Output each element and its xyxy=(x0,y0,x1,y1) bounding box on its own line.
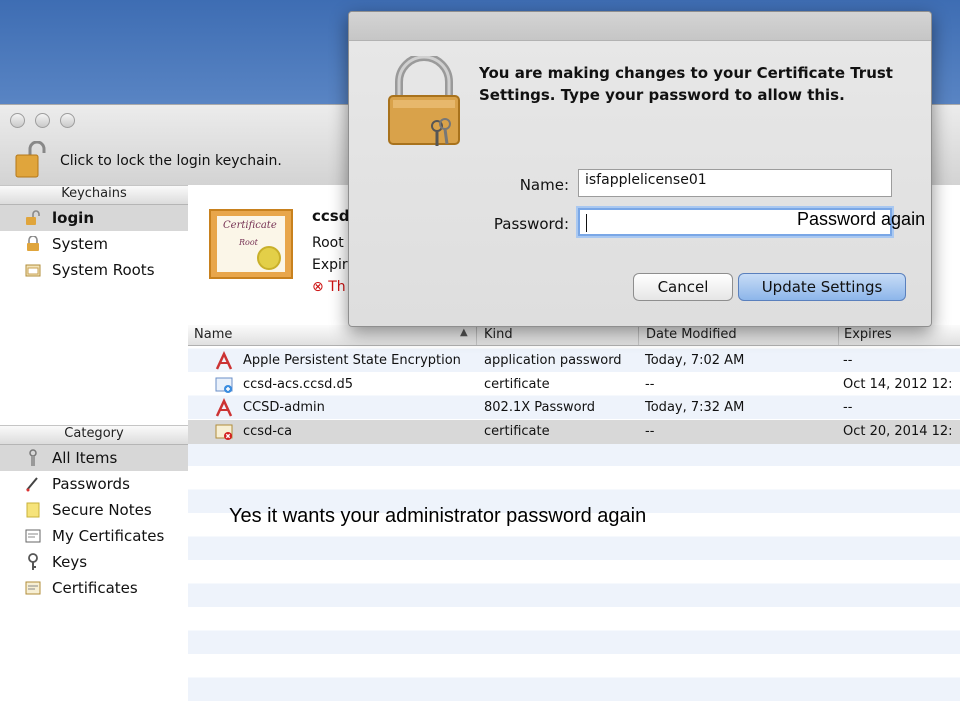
sidebar-item-certificates[interactable]: Certificates xyxy=(0,575,188,601)
seal-icon xyxy=(257,246,281,270)
sidebar-item-secure-notes[interactable]: Secure Notes xyxy=(0,497,188,523)
app-password-icon xyxy=(214,398,234,418)
text-caret xyxy=(586,214,587,232)
row-date: Today, 7:32 AM xyxy=(645,400,745,415)
category-header: Category xyxy=(0,425,188,445)
sidebar-item-label: login xyxy=(52,209,95,227)
sidebar-item-label: Certificates xyxy=(52,579,138,597)
sidebar-item-system[interactable]: System xyxy=(0,231,188,257)
row-expires: -- xyxy=(843,353,853,368)
sidebar-item-label: Passwords xyxy=(52,475,130,493)
sidebar-item-all-items[interactable]: All Items xyxy=(0,445,188,471)
all-items-icon xyxy=(24,449,42,467)
update-settings-button[interactable]: Update Settings xyxy=(738,273,906,301)
cancel-button[interactable]: Cancel xyxy=(633,273,733,301)
sidebar-item-keys[interactable]: Keys xyxy=(0,549,188,575)
sidebar-item-system-roots[interactable]: System Roots xyxy=(0,257,188,283)
table-row[interactable]: ccsd-acs.ccsd.d5 certificate -- Oct 14, … xyxy=(188,373,960,397)
row-name: ccsd-ca xyxy=(243,424,293,439)
certificate-image-title: Certificate xyxy=(223,220,277,231)
minimize-window-button[interactable] xyxy=(35,113,50,128)
column-header-date-modified[interactable]: Date Modified xyxy=(646,327,737,345)
certificate-icon xyxy=(24,579,42,597)
key-icon xyxy=(24,553,42,571)
password-label: Password: xyxy=(493,215,569,233)
lock-icon xyxy=(24,235,42,253)
slide-caption: Yes it wants your administrator password… xyxy=(229,505,647,527)
table-row[interactable]: CCSD-admin 802.1X Password Today, 7:32 A… xyxy=(188,396,960,420)
certificate-image-subtitle: Root xyxy=(239,238,258,247)
row-kind: application password xyxy=(484,353,622,368)
folder-icon xyxy=(24,261,42,279)
table-row[interactable]: Apple Persistent State Encryption applic… xyxy=(188,349,960,373)
certificate-image: Certificate Root xyxy=(209,209,293,279)
row-kind: 802.1X Password xyxy=(484,400,595,415)
zoom-window-button[interactable] xyxy=(60,113,75,128)
row-kind: certificate xyxy=(484,424,550,439)
sidebar-item-label: All Items xyxy=(52,449,118,467)
unlocked-icon xyxy=(24,209,42,227)
table-header: Name ▲ Kind Date Modified Expires xyxy=(188,325,960,346)
lock-keychain-label[interactable]: Click to lock the login keychain. xyxy=(60,153,282,169)
name-label: Name: xyxy=(519,176,569,194)
detail-root-line: Root xyxy=(312,235,344,251)
row-expires: -- xyxy=(843,400,853,415)
sidebar: Keychains login System System Roots Cate… xyxy=(0,185,189,721)
row-date: -- xyxy=(645,377,655,392)
sidebar-item-label: My Certificates xyxy=(52,527,165,545)
password-annotation: Password again xyxy=(797,209,926,229)
name-field[interactable]: isfapplelicense01 xyxy=(578,169,892,197)
row-kind: certificate xyxy=(484,377,550,392)
dialog-message: You are making changes to your Certifica… xyxy=(479,64,893,104)
detail-name: ccsd xyxy=(312,207,350,225)
note-icon xyxy=(24,501,42,519)
sidebar-item-label: Keys xyxy=(52,553,88,571)
sidebar-item-label: System Roots xyxy=(52,261,155,279)
unlocked-icon[interactable] xyxy=(14,141,48,181)
app-password-icon xyxy=(214,351,234,371)
row-date: -- xyxy=(645,424,655,439)
table-row-selected[interactable]: ccsd-ca certificate -- Oct 20, 2014 12: xyxy=(188,420,960,444)
row-name: ccsd-acs.ccsd.d5 xyxy=(243,377,354,392)
detail-error: ⊗ Th xyxy=(312,279,346,295)
row-date: Today, 7:02 AM xyxy=(645,353,745,368)
category-section: Category All Items Passwords Secure Note… xyxy=(0,425,188,601)
detail-expires-line: Expir xyxy=(312,257,348,273)
row-name: CCSD-admin xyxy=(243,400,325,415)
row-expires: Oct 20, 2014 12: xyxy=(843,424,953,439)
close-window-button[interactable] xyxy=(10,113,25,128)
keychains-header: Keychains xyxy=(0,185,188,205)
error-icon: ⊗ xyxy=(312,279,324,295)
column-header-kind[interactable]: Kind xyxy=(484,327,513,345)
sidebar-item-label: System xyxy=(52,235,108,253)
row-name: Apple Persistent State Encryption xyxy=(243,353,461,368)
column-header-expires[interactable]: Expires xyxy=(844,327,892,345)
padlock-icon xyxy=(388,56,460,146)
sidebar-item-label: Secure Notes xyxy=(52,501,152,519)
certificate-icon xyxy=(214,375,234,395)
row-expires: Oct 14, 2012 12: xyxy=(843,377,953,392)
pen-icon xyxy=(24,475,42,493)
sidebar-item-my-certificates[interactable]: My Certificates xyxy=(0,523,188,549)
column-header-name[interactable]: Name xyxy=(194,327,232,345)
sort-ascending-icon: ▲ xyxy=(460,327,468,338)
certificate-icon xyxy=(24,527,42,545)
detail-error-text: Th xyxy=(328,279,346,295)
sidebar-item-passwords[interactable]: Passwords xyxy=(0,471,188,497)
certificate-error-icon xyxy=(214,422,234,442)
sidebar-item-login[interactable]: login xyxy=(0,205,188,231)
authentication-dialog: You are making changes to your Certifica… xyxy=(348,11,932,327)
